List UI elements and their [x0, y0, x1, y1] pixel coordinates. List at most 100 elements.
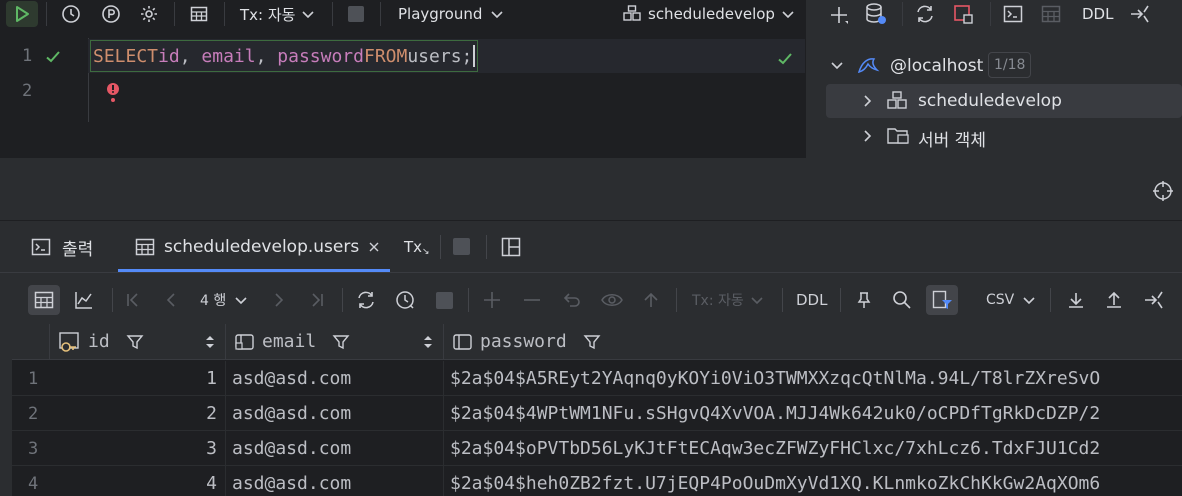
stop-icon — [348, 6, 364, 22]
clock-icon — [62, 5, 80, 23]
cell-id[interactable]: 4 — [50, 466, 226, 496]
delete-row-button[interactable] — [520, 280, 544, 320]
import-button[interactable] — [1102, 280, 1126, 320]
server-objects-folder-icon — [887, 128, 909, 144]
cell-password[interactable]: $2a$04$heh0ZB2fzt.U7jEQP4PoOuDmXyVd1XQ.K… — [444, 466, 1182, 496]
sort-icon[interactable] — [205, 335, 215, 349]
history-button[interactable] — [58, 0, 84, 28]
page-size-dropdown[interactable]: 4 행 — [200, 280, 248, 320]
first-page-button[interactable] — [122, 280, 144, 320]
disconnect-icon[interactable] — [952, 3, 974, 25]
prev-page-button[interactable] — [160, 280, 182, 320]
data-source-icon[interactable] — [864, 2, 888, 26]
column-header-id[interactable]: id — [50, 324, 226, 360]
last-page-icon — [312, 293, 323, 307]
table-icon[interactable] — [1040, 3, 1062, 25]
cell-password[interactable]: $2a$04$oPVTbD56LyKJtFtECAqw3ecZFWZyFHClx… — [444, 431, 1182, 466]
revert-button[interactable] — [560, 280, 584, 320]
console-icon[interactable] — [1002, 3, 1024, 25]
chevron-left-icon — [166, 293, 175, 307]
compare-button[interactable] — [1140, 280, 1168, 320]
table-row[interactable]: 2 2 asd@asd.com $2a$04$4WPtWM1NFu.sSHgvQ… — [12, 396, 1182, 431]
cell-password[interactable]: $2a$04$A5REyt2YAqnq0yKOYi0ViO3TWMXXzqcQt… — [444, 361, 1182, 396]
search-button[interactable] — [890, 280, 914, 320]
cell-id[interactable]: 2 — [50, 396, 226, 431]
ddl-button[interactable]: DDL — [1082, 5, 1113, 23]
stop-button[interactable] — [434, 280, 454, 320]
tab-users[interactable]: scheduledevelop.users — [118, 222, 390, 272]
tx-mode-dropdown[interactable]: Tx: 자동 — [692, 280, 764, 320]
settings-button[interactable] — [136, 0, 162, 28]
filter-icon[interactable] — [126, 333, 144, 351]
stop-button[interactable] — [346, 0, 366, 28]
stop-icon[interactable] — [453, 238, 470, 255]
cell-email[interactable]: asd@asd.com — [226, 361, 444, 396]
parameter-p-icon — [102, 5, 120, 23]
table-view-button[interactable] — [28, 280, 60, 320]
crosshair-icon[interactable] — [1152, 180, 1174, 202]
table-row[interactable]: 3 3 asd@asd.com $2a$04$oPVTbD56LyKJtFtEC… — [12, 431, 1182, 466]
run-button[interactable] — [6, 1, 38, 27]
tx-button[interactable]: Tx ↘ — [404, 222, 430, 272]
chevron-right-icon[interactable] — [860, 94, 874, 108]
result-view-button[interactable] — [186, 0, 212, 28]
mysql-dolphin-icon — [857, 58, 880, 74]
host-count-badge: 1/18 — [988, 52, 1032, 78]
column-icon — [235, 333, 254, 350]
parameters-button[interactable] — [98, 0, 124, 28]
cell-id[interactable]: 3 — [50, 431, 226, 466]
playground-dropdown[interactable]: Playground — [398, 0, 504, 28]
sql-statement[interactable]: SELECT id, email, password FROM users; — [90, 40, 479, 72]
chevron-right-icon[interactable] — [860, 129, 874, 143]
chevron-down-icon — [751, 297, 763, 305]
column-header-password[interactable]: password — [444, 324, 1182, 360]
schema-icon — [623, 5, 641, 21]
filter-icon[interactable] — [583, 333, 601, 351]
stop-icon — [435, 291, 453, 309]
table-icon — [190, 6, 208, 22]
tab-output[interactable]: 출력 — [30, 222, 93, 272]
undo-icon — [563, 293, 580, 307]
export-format-dropdown[interactable]: CSV — [986, 280, 1036, 320]
submit-button[interactable] — [640, 280, 662, 320]
last-page-button[interactable] — [306, 280, 328, 320]
tx-mode-dropdown[interactable]: Tx: 자동 — [240, 0, 315, 28]
cell-password[interactable]: $2a$04$4WPtWM1NFu.sSHgvQ4XvVOA.MJJ4Wk642… — [444, 396, 1182, 431]
table-row[interactable]: 4 4 asd@asd.com $2a$04$heh0ZB2fzt.U7jEQP… — [12, 466, 1182, 496]
cell-email[interactable]: asd@asd.com — [226, 466, 444, 496]
cell-email[interactable]: asd@asd.com — [226, 431, 444, 466]
clock-icon — [396, 291, 414, 309]
host-label[interactable]: @localhost — [890, 56, 983, 76]
export-button[interactable] — [1064, 280, 1088, 320]
chevron-down-icon[interactable] — [830, 58, 844, 72]
database-explorer: DDL @localhost 1/18 scheduledevelop 서버 객… — [806, 0, 1182, 158]
refresh-icon — [358, 291, 374, 309]
next-page-button[interactable] — [268, 280, 290, 320]
error-marker-icon[interactable] — [104, 82, 122, 104]
refresh-icon[interactable] — [914, 3, 936, 25]
jump-to-source-icon[interactable] — [1128, 2, 1152, 26]
cell-id[interactable]: 1 — [50, 361, 226, 396]
close-icon[interactable] — [367, 240, 381, 254]
chart-view-button[interactable] — [70, 280, 98, 320]
eye-icon — [601, 294, 623, 306]
results-tab-bar: 출력 scheduledevelop.users Tx ↘ — [0, 222, 1182, 272]
preview-changes-button[interactable] — [598, 280, 626, 320]
sql-editor[interactable]: 1 2 SELECT id, email, password FROM user… — [0, 38, 806, 122]
ddl-button[interactable]: DDL — [796, 280, 827, 320]
add-row-button[interactable] — [480, 280, 504, 320]
inspection-ok-icon[interactable] — [776, 50, 794, 68]
add-icon[interactable] — [828, 4, 850, 26]
cell-email[interactable]: asd@asd.com — [226, 396, 444, 431]
table-row[interactable]: 1 1 asd@asd.com $2a$04$A5REyt2YAqnq0yKOY… — [12, 361, 1182, 396]
chevron-down-icon — [491, 11, 503, 19]
schema-dropdown[interactable]: scheduledevelop — [622, 0, 795, 28]
sort-icon[interactable] — [423, 335, 433, 349]
column-header-email[interactable]: email — [226, 324, 444, 360]
layout-icon[interactable] — [500, 236, 522, 258]
pin-button[interactable] — [852, 280, 876, 320]
history-button[interactable] — [392, 280, 418, 320]
filter-icon[interactable] — [332, 333, 350, 351]
filter-toggle-button[interactable] — [926, 280, 958, 320]
reload-button[interactable] — [354, 280, 378, 320]
